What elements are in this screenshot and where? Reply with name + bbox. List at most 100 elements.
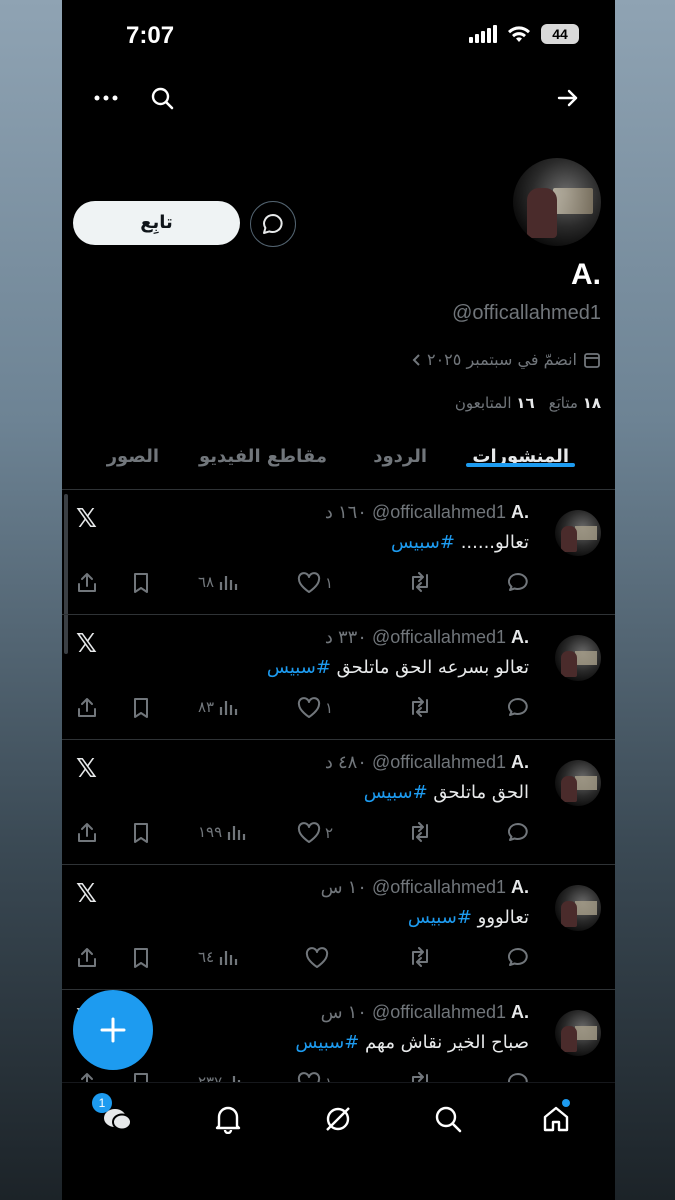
x-logo-icon: 𝕏 xyxy=(76,504,97,534)
post-avatar[interactable] xyxy=(555,760,601,806)
tab-replies[interactable]: الردود xyxy=(373,440,427,467)
bookmark-icon[interactable] xyxy=(132,822,150,844)
message-button[interactable] xyxy=(250,201,296,247)
notifications-nav[interactable] xyxy=(208,1099,248,1139)
post-time: ١٦٠ د xyxy=(324,502,367,522)
reply-icon[interactable] xyxy=(507,697,529,717)
followers-stat[interactable]: ١٦ المتابعون xyxy=(455,394,535,412)
grok-nav[interactable] xyxy=(318,1099,358,1139)
plus-icon xyxy=(100,1017,126,1043)
profile-handle: @officallahmed1 xyxy=(452,302,601,324)
share-icon[interactable] xyxy=(76,947,98,969)
retweet-icon[interactable] xyxy=(407,697,433,717)
like-count: ١ xyxy=(324,699,333,717)
post-hashtag[interactable]: #سبيس xyxy=(364,782,428,803)
share-icon[interactable] xyxy=(76,822,98,844)
post-body: صباح الخير نقاش مهم xyxy=(365,1032,529,1053)
tab-posts[interactable]: المنشورات xyxy=(466,440,575,467)
x-logo-icon: 𝕏 xyxy=(76,879,97,909)
bookmark-icon[interactable] xyxy=(132,697,150,719)
profile-stats: ١٨ متابَع ١٦ المتابعون xyxy=(455,394,601,412)
post-handle: @officallahmed1 xyxy=(371,752,506,772)
joined-text: انضمّ في سبتمبر ٢٠٢٥ xyxy=(426,350,577,369)
views-button[interactable]: ٨٣ xyxy=(198,697,238,717)
post-hashtag[interactable]: #سبيس xyxy=(267,657,331,678)
post-item[interactable]: ١٠ س @officallahmed1 A. تعالووو #سبيس 𝕏 ٦٤ xyxy=(62,865,615,990)
retweet-icon[interactable] xyxy=(407,822,433,842)
views-icon xyxy=(218,572,238,592)
views-icon xyxy=(218,947,238,967)
post-item[interactable]: ١٦٠ د @officallahmed1 A. تعالو...... #سبي… xyxy=(62,490,615,615)
post-text: تعالووو #سبيس xyxy=(408,907,529,928)
post-body: تعالووو xyxy=(477,907,529,928)
post-actions: ١ ٦٨ xyxy=(74,572,529,600)
post-time: ١٠ س xyxy=(320,877,367,897)
post-author: A. xyxy=(511,627,529,647)
post-meta: ١٠ س @officallahmed1 A. xyxy=(321,1002,529,1023)
search-nav[interactable] xyxy=(428,1099,468,1139)
tab-videos[interactable]: مقاطع الفيديو xyxy=(199,440,327,467)
views-button[interactable]: ١٩٩ xyxy=(198,822,246,842)
wifi-icon xyxy=(508,26,530,42)
compose-button[interactable] xyxy=(73,990,153,1070)
post-time: ٤٨٠ د xyxy=(324,752,367,772)
home-nav[interactable] xyxy=(536,1099,576,1139)
like-button[interactable] xyxy=(305,947,333,969)
like-button[interactable]: ١ xyxy=(297,572,333,594)
share-icon[interactable] xyxy=(76,697,98,719)
like-icon xyxy=(297,822,321,844)
search-icon xyxy=(435,1106,462,1133)
views-count: ٨٣ xyxy=(198,698,215,716)
reply-icon[interactable] xyxy=(507,947,529,967)
more-icon[interactable] xyxy=(92,84,120,112)
retweet-icon[interactable] xyxy=(407,572,433,592)
views-button[interactable]: ٦٨ xyxy=(198,572,238,592)
post-item[interactable]: ٣٣٠ د @officallahmed1 A. تعالو بسرعه الحق… xyxy=(62,615,615,740)
views-button[interactable]: ٦٤ xyxy=(198,947,238,967)
follow-button[interactable]: تابِع xyxy=(73,201,240,245)
bookmark-icon[interactable] xyxy=(132,947,150,969)
messages-nav[interactable]: 1 xyxy=(92,1093,138,1139)
post-time: ٣٣٠ د xyxy=(324,627,367,647)
post-item[interactable]: ٤٨٠ د @officallahmed1 A. الحق ماتلحق #سبي… xyxy=(62,740,615,865)
views-icon xyxy=(226,822,246,842)
like-icon xyxy=(297,697,321,719)
like-icon xyxy=(297,572,321,594)
tab-photos[interactable]: الصور xyxy=(107,440,159,467)
signal-icon xyxy=(469,25,497,43)
post-actions: ٦٤ xyxy=(74,947,529,975)
post-text: صباح الخير نقاش مهم #سبيس xyxy=(295,1032,529,1053)
post-hashtag[interactable]: #سبيس xyxy=(408,907,472,928)
share-arrow-icon[interactable] xyxy=(554,84,582,112)
profile-avatar[interactable] xyxy=(513,158,601,246)
share-icon[interactable] xyxy=(76,572,98,594)
post-handle: @officallahmed1 xyxy=(371,502,506,522)
search-icon[interactable] xyxy=(148,84,176,112)
post-avatar[interactable] xyxy=(555,885,601,931)
x-logo-icon: 𝕏 xyxy=(76,754,97,784)
joined-date: انضمّ في سبتمبر ٢٠٢٥ xyxy=(411,350,601,369)
chevron-icon[interactable] xyxy=(411,353,421,367)
post-text: تعالو...... #سبيس xyxy=(391,532,529,553)
post-author: A. xyxy=(511,877,529,897)
retweet-icon[interactable] xyxy=(407,947,433,967)
post-author: A. xyxy=(511,752,529,772)
like-button[interactable]: ٢ xyxy=(297,822,333,844)
bookmark-icon[interactable] xyxy=(132,572,150,594)
views-count: ١٩٩ xyxy=(198,823,223,841)
profile-tabs: المنشورات الردود مقاطع الفيديو الصور xyxy=(62,440,615,490)
reply-icon[interactable] xyxy=(507,822,529,842)
post-avatar[interactable] xyxy=(555,635,601,681)
post-handle: @officallahmed1 xyxy=(371,627,506,647)
following-stat[interactable]: ١٨ متابَع xyxy=(549,394,601,412)
profile-screen: 7:07 44 تابِع A. @officallahmed1 انضمّ ف… xyxy=(62,0,615,1200)
post-time: ١٠ س xyxy=(320,1002,367,1022)
post-body: الحق ماتلحق xyxy=(433,782,529,803)
reply-icon[interactable] xyxy=(507,572,529,592)
views-count: ٦٤ xyxy=(198,948,215,966)
post-hashtag[interactable]: #سبيس xyxy=(391,532,455,553)
post-avatar[interactable] xyxy=(555,1010,601,1056)
post-hashtag[interactable]: #سبيس xyxy=(295,1032,359,1053)
like-button[interactable]: ١ xyxy=(297,697,333,719)
post-avatar[interactable] xyxy=(555,510,601,556)
